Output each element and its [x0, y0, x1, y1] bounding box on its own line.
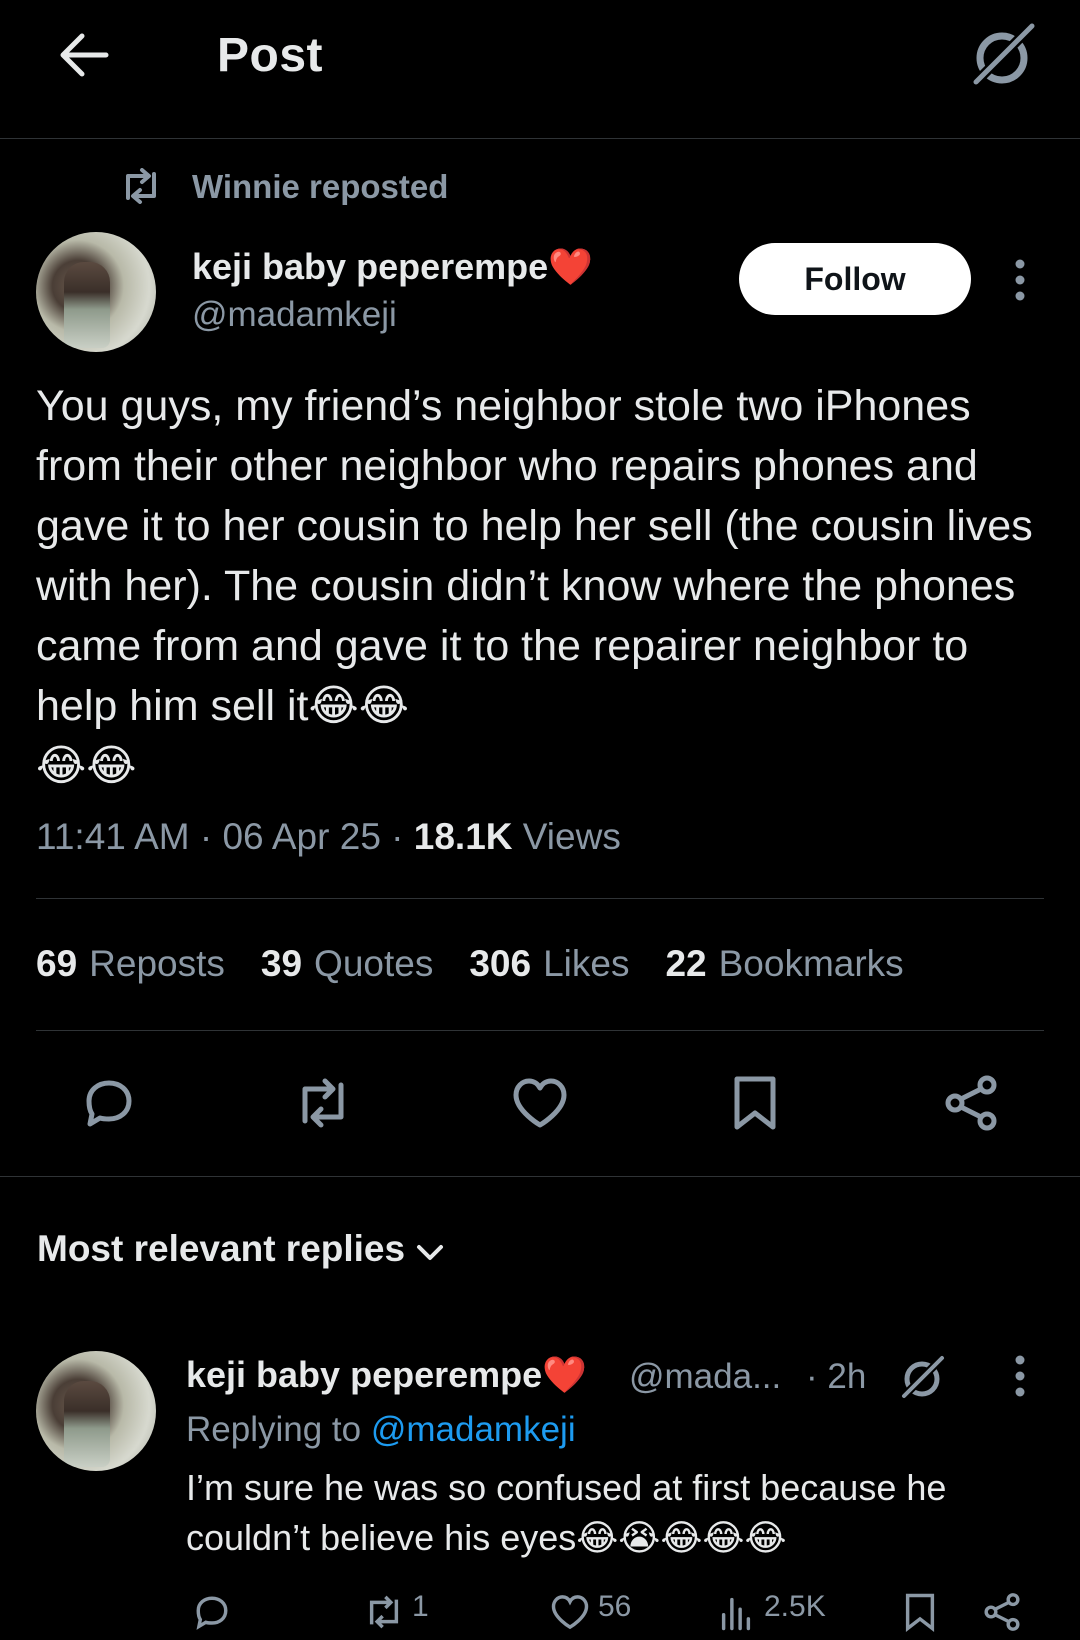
reply-avatar[interactable]	[36, 1351, 156, 1471]
replying-to-handle-link[interactable]: @madamkeji	[371, 1410, 576, 1449]
post-text: You guys, my friend’s neighbor stole two…	[36, 382, 1033, 790]
share-icon[interactable]	[936, 1068, 1006, 1138]
reply-views-button[interactable]: 2.5K	[714, 1590, 826, 1640]
more-options-icon[interactable]	[1005, 1354, 1035, 1398]
reposts-stat[interactable]: 69 Reposts	[36, 943, 225, 985]
bookmarks-stat[interactable]: 22 Bookmarks	[665, 943, 903, 985]
repost-attribution[interactable]: Winnie reposted	[192, 168, 448, 206]
reply-author-name[interactable]: keji baby peperempe❤️	[186, 1354, 587, 1396]
reply-author-handle[interactable]: @mada...	[629, 1357, 781, 1397]
views-label[interactable]: Views	[523, 816, 621, 857]
reply-timestamp: · 2h	[806, 1357, 867, 1396]
divider	[36, 1030, 1044, 1031]
repost-icon	[120, 168, 162, 204]
reply-views-count: 2.5K	[764, 1590, 826, 1623]
share-icon	[980, 1590, 1024, 1634]
more-options-icon[interactable]	[1005, 258, 1035, 302]
replies-sort-dropdown[interactable]: Most relevant replies	[37, 1228, 405, 1270]
bookmark-icon[interactable]	[720, 1068, 790, 1138]
grok-icon[interactable]	[968, 20, 1038, 90]
heart-icon[interactable]	[505, 1068, 575, 1138]
heart-icon	[548, 1590, 592, 1634]
post-metadata: 11:41 AM · 06 Apr 25 · 18.1K Views	[36, 816, 621, 858]
avatar[interactable]	[36, 232, 156, 352]
quotes-stat[interactable]: 39 Quotes	[261, 943, 433, 985]
meta-separator: ·	[199, 816, 213, 857]
divider	[0, 1176, 1080, 1177]
reply-share-button[interactable]	[980, 1590, 1024, 1640]
reply-repost-button[interactable]: 1	[362, 1590, 429, 1640]
repost-icon	[362, 1590, 406, 1634]
chevron-down-icon[interactable]	[411, 1234, 449, 1272]
reply-repost-count: 1	[412, 1590, 429, 1623]
page-title: Post	[217, 29, 324, 82]
grok-icon[interactable]	[898, 1352, 948, 1402]
reply-icon[interactable]	[74, 1068, 144, 1138]
post-date: 06 Apr 25	[222, 816, 381, 857]
reply-like-button[interactable]: 56	[548, 1590, 631, 1640]
meta-separator: ·	[391, 816, 404, 857]
replying-to-label: Replying to	[186, 1410, 362, 1449]
reply-like-count: 56	[598, 1590, 632, 1623]
bookmark-icon	[898, 1590, 942, 1634]
back-arrow-icon[interactable]	[54, 26, 112, 84]
reply-bookmark-button[interactable]	[898, 1590, 942, 1640]
top-bar	[0, 0, 1080, 139]
post-time: 11:41 AM	[36, 816, 190, 857]
views-icon	[714, 1590, 758, 1634]
author-name[interactable]: keji baby peperempe❤️	[192, 246, 593, 288]
likes-stat[interactable]: 306 Likes	[469, 943, 629, 985]
author-handle[interactable]: @madamkeji	[192, 295, 397, 335]
repost-icon[interactable]	[288, 1068, 358, 1138]
reply-text: I’m sure he was so confused at first bec…	[186, 1467, 947, 1558]
engagement-stats: 69 Reposts 39 Quotes 306 Likes 22 Bookmarks	[36, 943, 904, 985]
follow-button[interactable]: Follow	[739, 243, 971, 315]
views-count[interactable]: 18.1K	[414, 816, 513, 857]
reply-reply-button[interactable]	[190, 1590, 234, 1640]
divider	[36, 898, 1044, 899]
reply-icon	[190, 1590, 234, 1634]
replying-to: Replying to @madamkeji	[186, 1410, 576, 1450]
